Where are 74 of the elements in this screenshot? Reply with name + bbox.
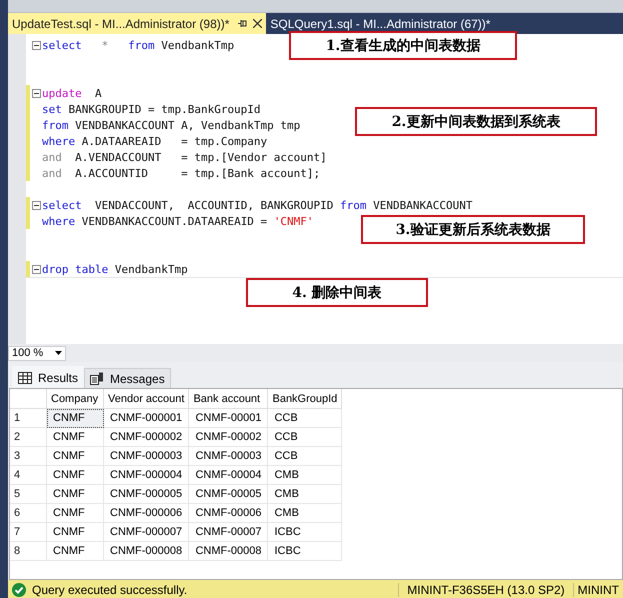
zoom-dropdown[interactable]: 100 % [8, 346, 66, 360]
table-cell: CNMF-00006 [188, 504, 268, 522]
table-cell: CNMF-00005 [188, 484, 268, 504]
table-cell: CNMF [46, 504, 104, 522]
row-number: 8 [10, 542, 46, 560]
table-cell: CCB [268, 446, 342, 466]
table-cell: CNMF-000006 [104, 504, 189, 522]
row-number: 6 [10, 504, 46, 522]
table-cell: CNMF-000004 [104, 466, 189, 484]
code-line: from VENDBANKACCOUNT A, VendbankTmp tmp [42, 118, 300, 132]
user-name: MININT [572, 582, 623, 596]
document-tab[interactable]: UpdateTest.sql - MI...Administrator (98))* [8, 13, 266, 34]
table-cell: CNMF-000001 [104, 408, 189, 428]
table-cell: CNMF-00002 [188, 428, 268, 446]
table-cell: CMB [268, 484, 342, 504]
table-cell: CNMF-00004 [188, 466, 268, 484]
results-tab[interactable]: Messages [84, 368, 171, 388]
table-cell: CMB [268, 504, 342, 522]
row-number: 7 [10, 522, 46, 542]
grid-icon [18, 372, 32, 384]
pin-icon[interactable] [238, 19, 248, 28]
table-cell: CNMF [46, 428, 104, 446]
table-cell: CNMF-000005 [104, 484, 189, 504]
success-icon [12, 582, 26, 596]
collapse-icon[interactable] [32, 88, 41, 98]
code-line: and A.VENDACCOUNT = tmp.[Vendor account] [42, 150, 327, 164]
close-icon[interactable] [253, 19, 262, 28]
code-line: where VENDBANKACCOUNT.DATAAREAID = 'CNMF' [42, 214, 314, 228]
table-cell: CNMF-000007 [104, 522, 189, 542]
table-cell: ICBC [268, 522, 342, 542]
table-cell: CNMF-00003 [188, 446, 268, 466]
column-header[interactable]: Vendor account [104, 389, 189, 408]
table-cell: CNMF-00007 [188, 522, 268, 542]
code-line: update A [42, 86, 102, 100]
table-cell: CMB [268, 466, 342, 484]
table-cell: CNMF-00001 [188, 408, 268, 428]
table-cell: CNMF [46, 484, 104, 504]
annotation-callout: 3.验证更新后系统表数据 [361, 215, 585, 244]
table-cell: CCB [268, 408, 342, 428]
document-icon [90, 372, 104, 385]
caret-icon [55, 351, 62, 355]
status-message: Query executed successfully. [32, 582, 188, 596]
table-cell: CNMF [46, 542, 104, 560]
annotation-callout: 1.查看生成的中间表数据 [289, 31, 517, 60]
code-line: where A.DATAAREAID = tmp.Company [42, 134, 268, 148]
annotation-callout: 4. 删除中间表 [246, 278, 428, 307]
collapse-icon[interactable] [32, 264, 41, 274]
table-cell: ICBC [268, 542, 342, 560]
code-line: set BANKGROUPID = tmp.BankGroupId [42, 102, 261, 116]
row-number: 3 [10, 446, 46, 466]
table-cell: CCB [268, 428, 342, 446]
column-header[interactable]: BankGroupId [268, 389, 342, 408]
code-line: drop table VendbankTmp [42, 262, 188, 276]
code-line: select VENDACCOUNT, ACCOUNTID, BANKGROUPID from VENDBANKACCOUNT [42, 198, 472, 212]
table-cell: CNMF [46, 408, 104, 428]
table-cell: CNMF [46, 522, 104, 542]
row-number: 2 [10, 428, 46, 446]
table-cell: CNMF-000008 [104, 542, 189, 560]
table-cell: CNMF-000003 [104, 446, 189, 466]
results-tab[interactable]: Results [12, 366, 84, 388]
table-cell: CNMF-000002 [104, 428, 189, 446]
table-cell: CNMF-00008 [188, 542, 268, 560]
code-line: select * from VendbankTmp [42, 38, 234, 52]
server-name: MININT-F36S5EH (13.0 SP2) [398, 582, 573, 596]
document-tab[interactable]: SQLQuery1.sql - MI...Administrator (67))* [266, 13, 494, 34]
code-line: and A.ACCOUNTID = tmp.[Bank account]; [42, 166, 320, 180]
column-header[interactable]: Bank account [188, 389, 268, 408]
table-cell: CNMF [46, 446, 104, 466]
table-cell: CNMF [46, 466, 104, 484]
row-number: 4 [10, 466, 46, 484]
row-number: 5 [10, 484, 46, 504]
annotation-callout: 2.更新中间表数据到系统表 [355, 107, 597, 136]
collapse-icon[interactable] [32, 40, 41, 50]
collapse-icon[interactable] [32, 200, 41, 210]
